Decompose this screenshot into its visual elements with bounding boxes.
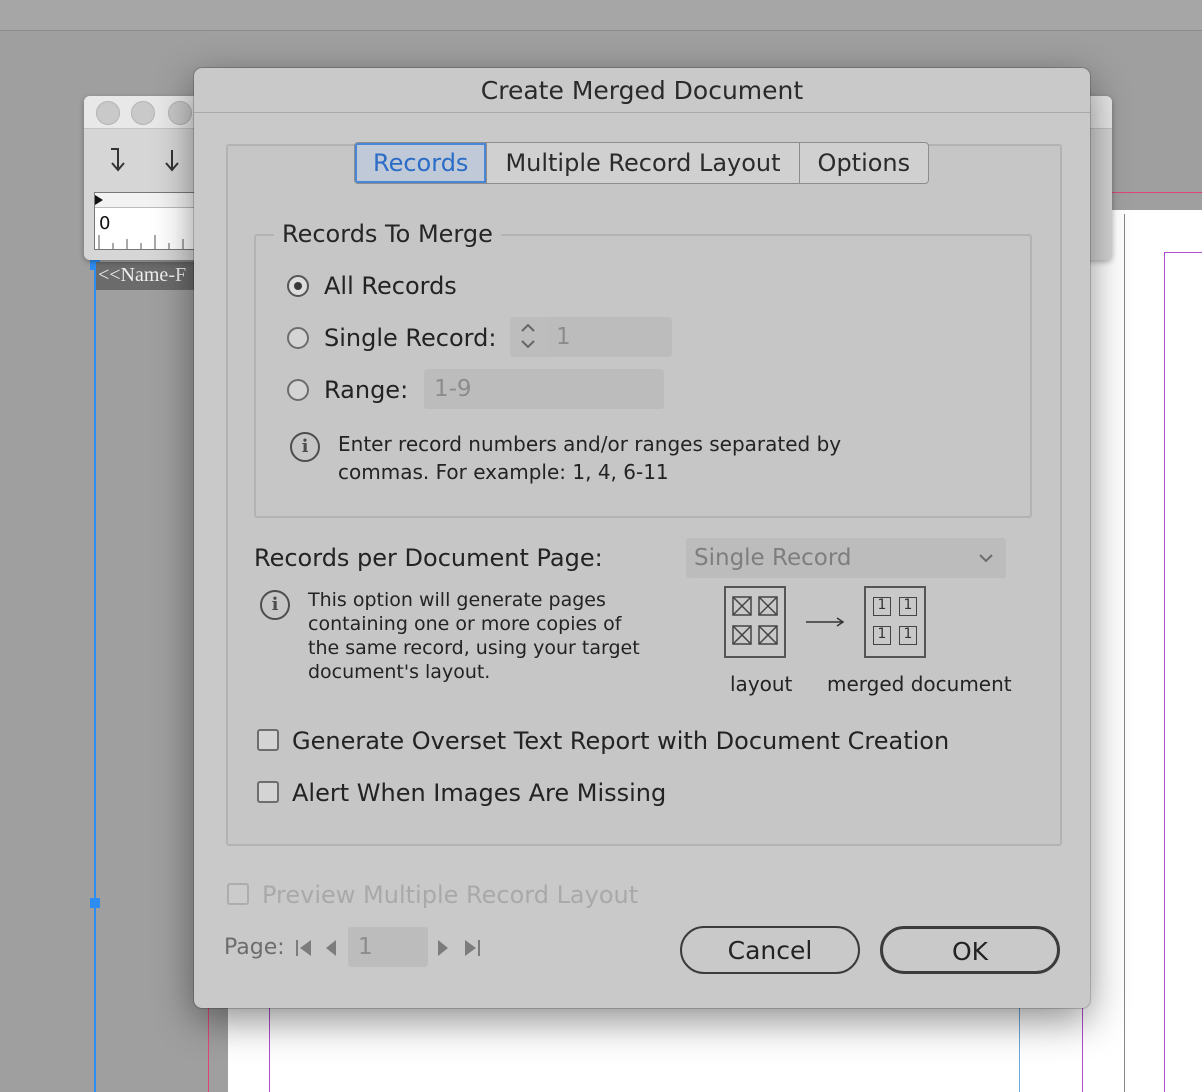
single-record-stepper[interactable] [510,317,546,357]
arrow-down-icon[interactable] [162,148,182,180]
first-page-icon[interactable] [294,934,314,969]
images-missing-checkbox[interactable] [257,781,279,803]
create-merged-document-dialog: Create Merged Document Records Multiple … [194,68,1090,1008]
tab-multiple-record-layout[interactable]: Multiple Record Layout [487,143,800,183]
all-records-label[interactable]: All Records [324,272,457,300]
layout-diagram-icon [724,586,786,658]
diagram-caption-merged: merged document [827,672,1012,696]
records-per-page-help-2: containing one or more copies of [308,613,622,635]
diagram-caption-layout: layout [730,672,793,696]
records-per-page-help-1: This option will generate pages [308,589,606,611]
page-edge [1124,214,1125,1092]
ok-button[interactable]: OK [880,926,1060,974]
chevron-down-icon [978,538,994,593]
overset-report-checkbox[interactable] [257,729,279,751]
overset-report-label[interactable]: Generate Overset Text Report with Docume… [292,727,949,755]
diagram-cell: 1 [873,626,891,645]
zoom-window-icon[interactable] [168,101,192,125]
range-label[interactable]: Range: [324,376,408,404]
margin-guide [1082,1000,1083,1092]
next-page-icon[interactable] [436,934,450,969]
dialog-title: Create Merged Document [194,68,1090,113]
cancel-button[interactable]: Cancel [680,926,860,974]
selection-frame-edge [94,262,96,1092]
records-per-page-value: Single Record [694,545,852,571]
single-record-label[interactable]: Single Record: [324,324,496,352]
tab-options[interactable]: Options [800,143,929,183]
margin-guide [1164,252,1165,1092]
chevron-down-icon[interactable] [510,337,546,357]
last-page-icon[interactable] [462,934,482,969]
range-input[interactable]: 1-9 [424,369,664,409]
preview-layout-checkbox[interactable] [227,883,249,905]
bleed-guide [208,1000,209,1092]
previous-page-icon[interactable] [324,934,338,969]
range-help-line-2: commas. For example: 1, 4, 6-11 [338,460,669,484]
records-per-page-help-3: the same record, using your target [308,637,640,659]
merged-document-diagram-icon: 1 1 1 1 [864,586,926,658]
arrow-right-icon [804,608,846,640]
selection-handle[interactable] [90,898,100,908]
minimize-window-icon[interactable] [131,101,155,125]
info-icon: i [260,590,290,620]
range-help-line-1: Enter record numbers and/or ranges separ… [338,432,842,456]
diagram-cell: 1 [899,626,917,645]
close-window-icon[interactable] [96,101,120,125]
tab-bar: Records Multiple Record Layout Options [354,142,930,184]
preview-layout-label[interactable]: Preview Multiple Record Layout [262,881,638,909]
page-nav-label: Page: [224,935,285,960]
records-to-merge-label: Records To Merge [274,220,501,248]
images-missing-label[interactable]: Alert When Images Are Missing [292,779,666,807]
column-guide [1019,1000,1020,1092]
indent-marker-icon[interactable] [95,195,103,205]
page-number-input[interactable]: 1 [348,927,428,967]
margin-guide [1164,252,1202,253]
records-per-page-help-4: document's layout. [308,661,491,683]
chevron-up-icon[interactable] [510,317,546,337]
tab-records[interactable]: Records [355,143,488,183]
app-top-bar [0,0,1202,31]
align-top-arrow-icon[interactable] [108,146,128,180]
diagram-cell: 1 [899,597,917,616]
margin-guide [269,1000,270,1092]
records-per-page-select[interactable]: Single Record [686,538,1006,578]
text-frame-placeholder: <<Name-F [96,262,198,290]
all-records-radio[interactable] [287,275,309,297]
single-record-radio[interactable] [287,327,309,349]
records-per-page-label: Records per Document Page: [254,544,603,572]
range-radio[interactable] [287,379,309,401]
info-icon: i [290,432,320,462]
single-record-input[interactable]: 1 [546,317,672,357]
diagram-cell: 1 [873,597,891,616]
